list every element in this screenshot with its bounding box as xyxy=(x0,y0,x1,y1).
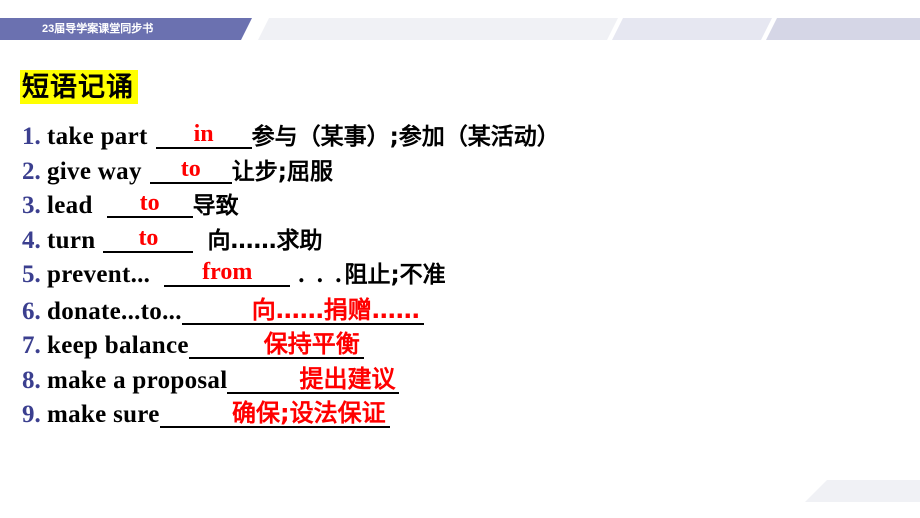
answer-text: to xyxy=(138,224,159,251)
item-number: 4. xyxy=(22,226,41,254)
item-number: 2. xyxy=(22,157,41,185)
answer-blank[interactable]: 保持平衡 xyxy=(188,327,364,359)
item-chinese: 导致 xyxy=(192,193,239,219)
list-item: 9. make sure 确保;设法保证 xyxy=(22,396,902,431)
answer-text: from xyxy=(202,259,253,285)
answer-blank[interactable]: to xyxy=(106,190,193,218)
item-chinese: 向……求助 xyxy=(207,227,323,254)
item-english: turn xyxy=(47,226,96,254)
answer-blank[interactable]: to xyxy=(149,155,232,184)
list-item: 5. prevent... from . . .阻止;不准 xyxy=(22,258,902,293)
item-number: 3. xyxy=(22,192,41,219)
list-item: 3. lead to 导致 xyxy=(22,189,902,224)
item-english: donate...to... xyxy=(47,297,182,325)
list-item: 1. take part in 参与（某事）;参加（某活动） xyxy=(22,120,902,155)
header-band-light-3 xyxy=(766,18,920,40)
answer-blank[interactable]: 确保;设法保证 xyxy=(159,396,390,428)
answer-blank[interactable]: in xyxy=(155,121,252,149)
list-item: 8. make a proposal 提出建议 xyxy=(22,362,902,397)
item-number: 7. xyxy=(22,332,41,359)
item-number: 5. xyxy=(22,261,41,288)
list-item: 4. turn to 向……求助 xyxy=(22,224,902,259)
list-item: 6. donate...to... 向……捐赠…… xyxy=(22,293,902,328)
answer-blank[interactable]: 向……捐赠…… xyxy=(181,293,424,325)
header-banner-label: 23届导学案课堂同步书 xyxy=(42,23,154,35)
item-chinese: 参与（某事）;参加（某活动） xyxy=(251,124,560,150)
header-band-light-1 xyxy=(258,18,618,40)
header-band-light-2 xyxy=(612,18,772,40)
answer-text: to xyxy=(180,155,201,182)
answer-blank[interactable]: from xyxy=(164,259,291,287)
item-ellipsis: . . . xyxy=(298,261,345,288)
item-english: give way xyxy=(47,157,142,185)
item-number: 6. xyxy=(22,297,41,325)
answer-text: in xyxy=(193,121,214,147)
list-item: 7. keep balance 保持平衡 xyxy=(22,327,902,362)
item-chinese: 让步;屈服 xyxy=(231,158,333,185)
answer-text: 向……捐赠…… xyxy=(251,295,420,324)
item-number: 1. xyxy=(22,123,41,150)
item-number: 8. xyxy=(22,366,41,394)
item-number: 9. xyxy=(22,401,41,428)
item-english: prevent... xyxy=(47,261,151,288)
answer-text: 提出建议 xyxy=(299,364,396,393)
item-english: make a proposal xyxy=(47,366,228,394)
footer-decoration-shape xyxy=(805,480,920,502)
answer-blank[interactable]: 提出建议 xyxy=(227,362,400,394)
answer-text: 确保;设法保证 xyxy=(232,399,386,427)
item-english: lead xyxy=(47,192,93,219)
phrase-list: 1. take part in 参与（某事）;参加（某活动） 2. give way… xyxy=(22,120,902,431)
answer-text: to xyxy=(139,190,160,216)
list-item: 2. give way to 让步;屈服 xyxy=(22,155,902,190)
item-chinese: 阻止;不准 xyxy=(344,262,446,288)
answer-text: 保持平衡 xyxy=(263,330,360,358)
item-english: keep balance xyxy=(47,332,189,359)
item-english: take part xyxy=(47,123,148,150)
item-english: make sure xyxy=(47,401,160,428)
page-title: 短语记诵 xyxy=(20,70,138,104)
answer-blank[interactable]: to xyxy=(103,224,194,253)
